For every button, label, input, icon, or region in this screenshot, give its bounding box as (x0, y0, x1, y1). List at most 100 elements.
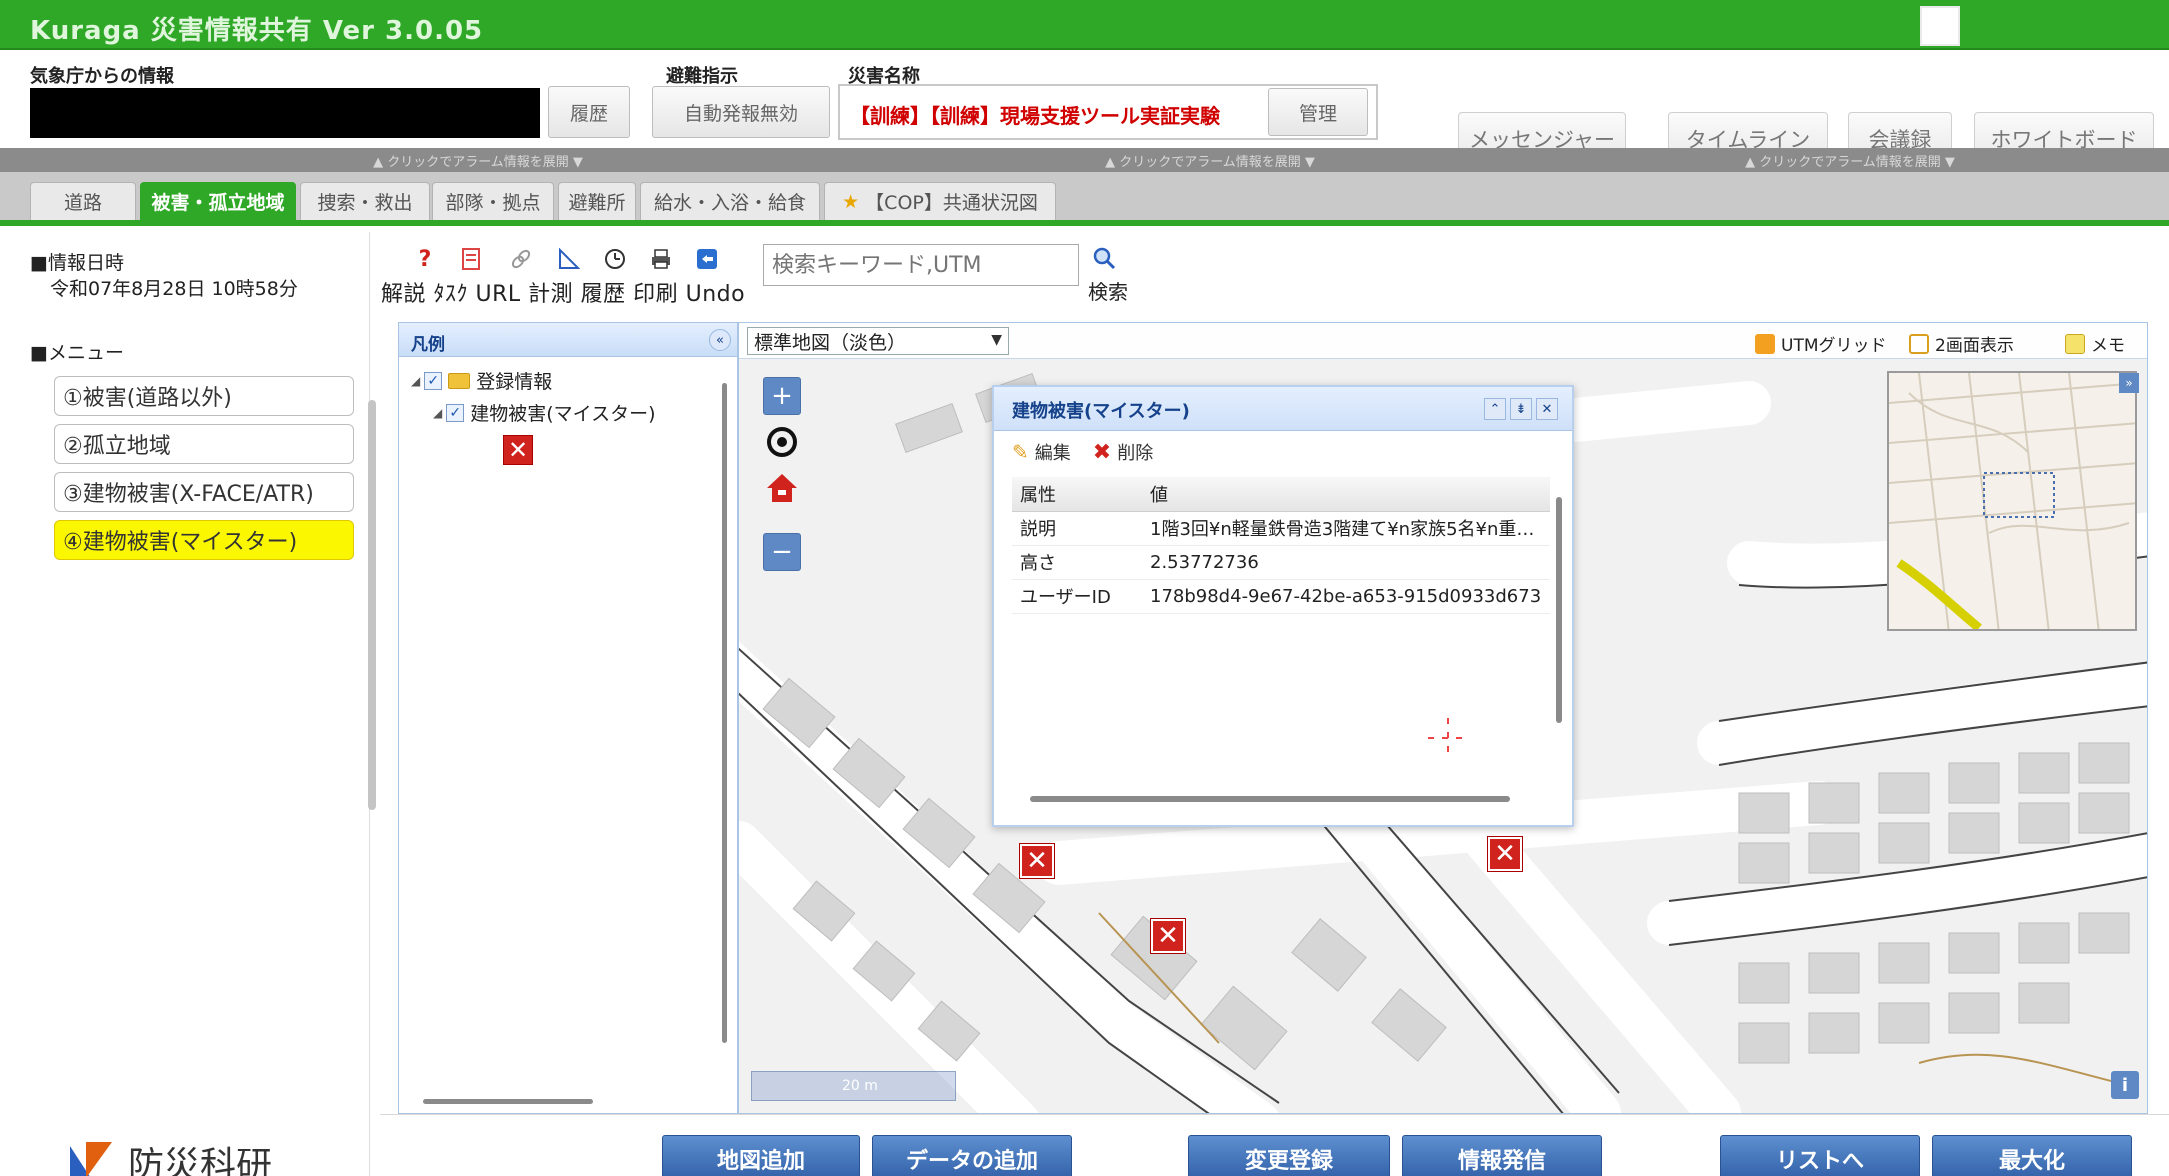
tab-bar: 道路 被害・孤立地域 捜索・救出 部隊・拠点 避難所 給水・入浴・給食 ★ 【C… (0, 172, 2169, 226)
overview-map[interactable] (1887, 371, 2137, 631)
legend-title: 凡例 (411, 335, 445, 355)
dual-view-toggle[interactable]: 2画面表示 (1909, 331, 2014, 356)
table-header-row: 属性 値 (1012, 477, 1550, 512)
overview-map-canvas (1889, 373, 2135, 629)
history-icon[interactable] (602, 246, 628, 272)
info-icon[interactable]: i (2111, 1071, 2139, 1099)
collapse-icon[interactable]: « (709, 329, 731, 351)
utm-grid-label: UTMグリッド (1781, 336, 1887, 356)
collapse-up-icon[interactable]: ⌃ (1484, 398, 1506, 420)
search-input[interactable] (763, 244, 1079, 286)
pencil-icon[interactable]: ✎ (1012, 440, 1029, 464)
alarm-toggle-3[interactable]: ▲ クリックでアラーム情報を展開 ▼ (1700, 150, 2000, 170)
auto-alert-button[interactable]: 自動発報無効 (652, 86, 830, 138)
publish-info-button[interactable]: 情報発信 (1402, 1135, 1602, 1176)
edit-button[interactable]: 編集 (1035, 439, 1071, 465)
table-row: 説明 1階3回¥n軽量鉄骨造3階建て¥n家族5名¥n重… (1012, 511, 1550, 546)
home-button[interactable] (763, 469, 801, 507)
column-header-attr: 属性 (1012, 477, 1142, 512)
tab-water-bath-food[interactable]: 給水・入浴・給食 (640, 182, 820, 220)
checkbox-building-damage[interactable]: ✓ (446, 403, 465, 422)
crosshair-icon (1428, 718, 1468, 758)
damage-marker[interactable]: ✕ (1020, 844, 1054, 878)
popup-hscrollbar[interactable] (1010, 793, 1550, 803)
logo-text: 防災科研 (128, 1145, 273, 1176)
target-icon (767, 427, 797, 457)
legend-scrollbar[interactable] (719, 363, 729, 1073)
jma-label: 気象庁からの情報 (30, 66, 174, 87)
tab-damage-isolated[interactable]: 被害・孤立地域 (140, 182, 296, 220)
legend-hscrollbar[interactable] (407, 1097, 707, 1105)
window-control[interactable] (1920, 6, 1960, 46)
datetime-label: ■情報日時 (30, 252, 124, 274)
manage-button[interactable]: 管理 (1268, 88, 1368, 136)
attr-key: 説明 (1012, 511, 1142, 546)
scale-bar: 20 m (751, 1071, 956, 1101)
add-data-button[interactable]: データの追加 (872, 1135, 1072, 1176)
zoom-in-button[interactable]: + (763, 377, 801, 415)
link-icon[interactable] (508, 246, 534, 272)
datetime-value: 令和07年8月28日 10時58分 (50, 278, 298, 300)
menu-item-isolated[interactable]: ②孤立地域 (54, 424, 354, 464)
menu-item-building-meister[interactable]: ④建物被害(マイスター) (54, 520, 354, 560)
task-icon[interactable] (458, 246, 484, 272)
tool-labels: 解説 ﾀｽｸ URL 計測 履歴 印刷 Undo (381, 282, 746, 307)
evac-label: 避難指示 (666, 66, 738, 87)
popup-scrollbar[interactable] (1554, 479, 1564, 779)
popup-actions: ✎ 編集 ✖ 削除 (1012, 439, 1153, 465)
app-title-bar: Kuraga 災害情報共有 Ver 3.0.05 (0, 0, 2169, 50)
damage-marker[interactable]: ✕ (1151, 919, 1185, 953)
expand-arrow-icon[interactable]: ◢ (411, 374, 420, 388)
map-toolbar: 標準地図（淡色） ▼ UTMグリッド 2画面表示 メモ (739, 323, 2147, 359)
close-icon[interactable]: ✕ (1536, 398, 1558, 420)
save-changes-button[interactable]: 変更登録 (1188, 1135, 1390, 1176)
tab-units-bases[interactable]: 部隊・拠点 (432, 182, 554, 220)
tab-road[interactable]: 道路 (30, 182, 136, 220)
sidebar-splitter[interactable] (368, 400, 376, 810)
maximize-button[interactable]: 最大化 (1932, 1135, 2132, 1176)
legend-panel: 凡例 « ◢ ✓ 登録情報 ◢ ✓ 建物被害(マイスター) ✕ (398, 322, 738, 1114)
utm-grid-toggle[interactable]: UTMグリッド (1755, 331, 1887, 356)
delete-button[interactable]: 削除 (1117, 439, 1153, 465)
menu-item-building-xface[interactable]: ③建物被害(X-FACE/ATR) (54, 472, 354, 512)
expand-arrow-icon[interactable]: ◢ (433, 406, 442, 420)
jma-info-display (30, 88, 540, 138)
zoom-out-button[interactable]: − (763, 533, 801, 571)
basemap-select[interactable]: 標準地図（淡色） ▼ (747, 327, 1009, 355)
pin-icon[interactable]: ⇟ (1510, 398, 1532, 420)
tab-search-rescue[interactable]: 捜索・救出 (300, 182, 430, 220)
alarm-toggle-1[interactable]: ▲ クリックでアラーム情報を展開 ▼ (318, 150, 638, 170)
basemap-select-value: 標準地図（淡色） (754, 331, 907, 354)
history-button[interactable]: 履歴 (548, 86, 630, 138)
print-icon[interactable] (648, 246, 674, 272)
utm-grid-icon (1755, 333, 1775, 354)
measure-icon[interactable] (556, 246, 582, 272)
memo-button[interactable]: メモ (2065, 331, 2125, 356)
tree-node-registered[interactable]: ◢ ✓ 登録情報 (411, 367, 552, 394)
folder-icon (448, 372, 471, 389)
dual-view-icon (1909, 333, 1929, 354)
dual-view-label: 2画面表示 (1935, 336, 2014, 356)
add-map-button[interactable]: 地図追加 (662, 1135, 860, 1176)
legend-header: 凡例 « (399, 323, 737, 357)
delete-icon[interactable]: ✖ (1093, 440, 1111, 465)
damage-marker[interactable]: ✕ (1488, 837, 1522, 871)
attr-key: 高さ (1012, 545, 1142, 580)
alarm-toggle-2[interactable]: ▲ クリックでアラーム情報を展開 ▼ (1040, 150, 1380, 170)
tree-node-building-damage[interactable]: ◢ ✓ 建物被害(マイスター) (433, 399, 656, 426)
tree-node-registered-label: 登録情報 (476, 371, 553, 393)
popup-header[interactable]: 建物被害(マイスター) ⌃ ⇟ ✕ (994, 387, 1572, 431)
home-icon (767, 474, 797, 502)
menu-item-damage[interactable]: ①被害(道路以外) (54, 376, 354, 416)
sidebar: ■情報日時 令和07年8月28日 10時58分 ■メニュー ①被害(道路以外) … (0, 232, 370, 1176)
undo-icon[interactable] (694, 246, 720, 272)
to-list-button[interactable]: リストへ (1720, 1135, 1920, 1176)
tab-cop[interactable]: ★ 【COP】共通状況図 (824, 182, 1056, 220)
locate-button[interactable] (763, 423, 801, 461)
search-label: 検索 (1088, 280, 1128, 304)
overview-toggle-icon[interactable]: » (2119, 373, 2139, 393)
checkbox-registered[interactable]: ✓ (424, 371, 443, 390)
search-icon[interactable] (1092, 246, 1116, 274)
help-icon[interactable]: ? (412, 246, 438, 272)
tab-shelters[interactable]: 避難所 (558, 182, 636, 220)
